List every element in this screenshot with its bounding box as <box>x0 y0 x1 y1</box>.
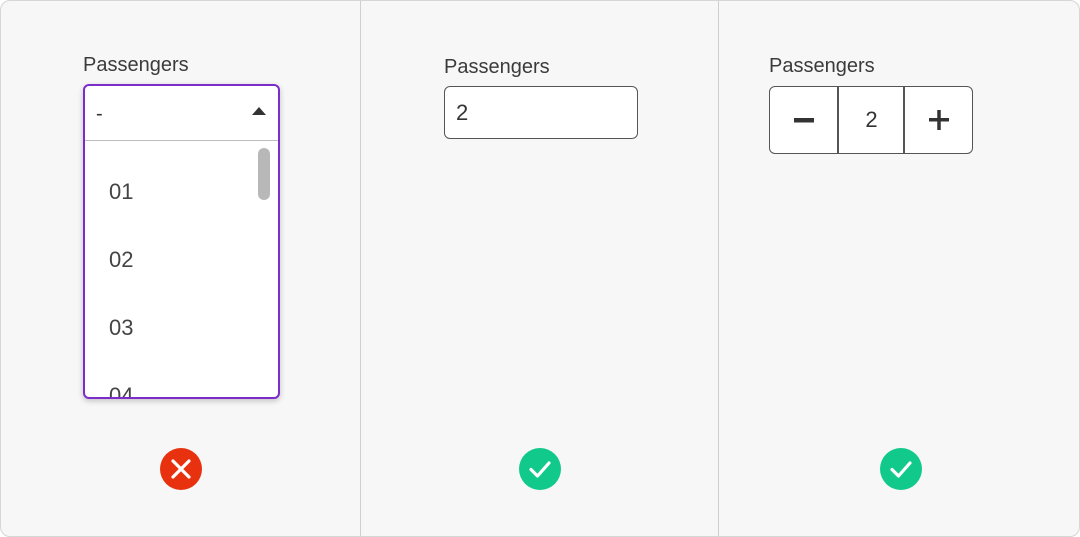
checkmark-icon <box>519 448 561 490</box>
comparison-frame: Passengers - 01 02 03 04 Passengers 2 Pa… <box>0 0 1080 537</box>
passengers-dropdown[interactable]: - 01 02 03 04 <box>83 84 280 399</box>
dropdown-option[interactable]: 04 <box>109 383 133 397</box>
stepper-value: 2 <box>865 107 878 132</box>
dropdown-selected-value: - <box>96 103 103 125</box>
panel-divider <box>360 1 361 536</box>
dropdown-option[interactable]: 03 <box>109 315 133 341</box>
increment-button[interactable] <box>905 87 972 153</box>
dropdown-option-list: 01 02 03 04 <box>85 141 278 397</box>
checkmark-icon <box>880 448 922 490</box>
decrement-button[interactable] <box>770 87 838 153</box>
passengers-label: Passengers <box>444 56 550 78</box>
caret-up-icon[interactable] <box>252 107 266 115</box>
dropdown-option[interactable]: 01 <box>109 179 133 205</box>
scrollbar-thumb[interactable] <box>258 148 270 200</box>
minus-icon <box>794 118 814 123</box>
dropdown-header[interactable]: - <box>85 86 278 141</box>
x-icon <box>160 448 202 490</box>
panel-divider <box>718 1 719 536</box>
passengers-label: Passengers <box>83 54 189 76</box>
plus-icon <box>928 110 949 130</box>
passengers-stepper: 2 <box>769 86 973 154</box>
passengers-text-input[interactable]: 2 <box>444 86 638 139</box>
passengers-label: Passengers <box>769 55 875 77</box>
dropdown-option[interactable]: 02 <box>109 247 133 273</box>
text-input-value: 2 <box>456 100 469 125</box>
